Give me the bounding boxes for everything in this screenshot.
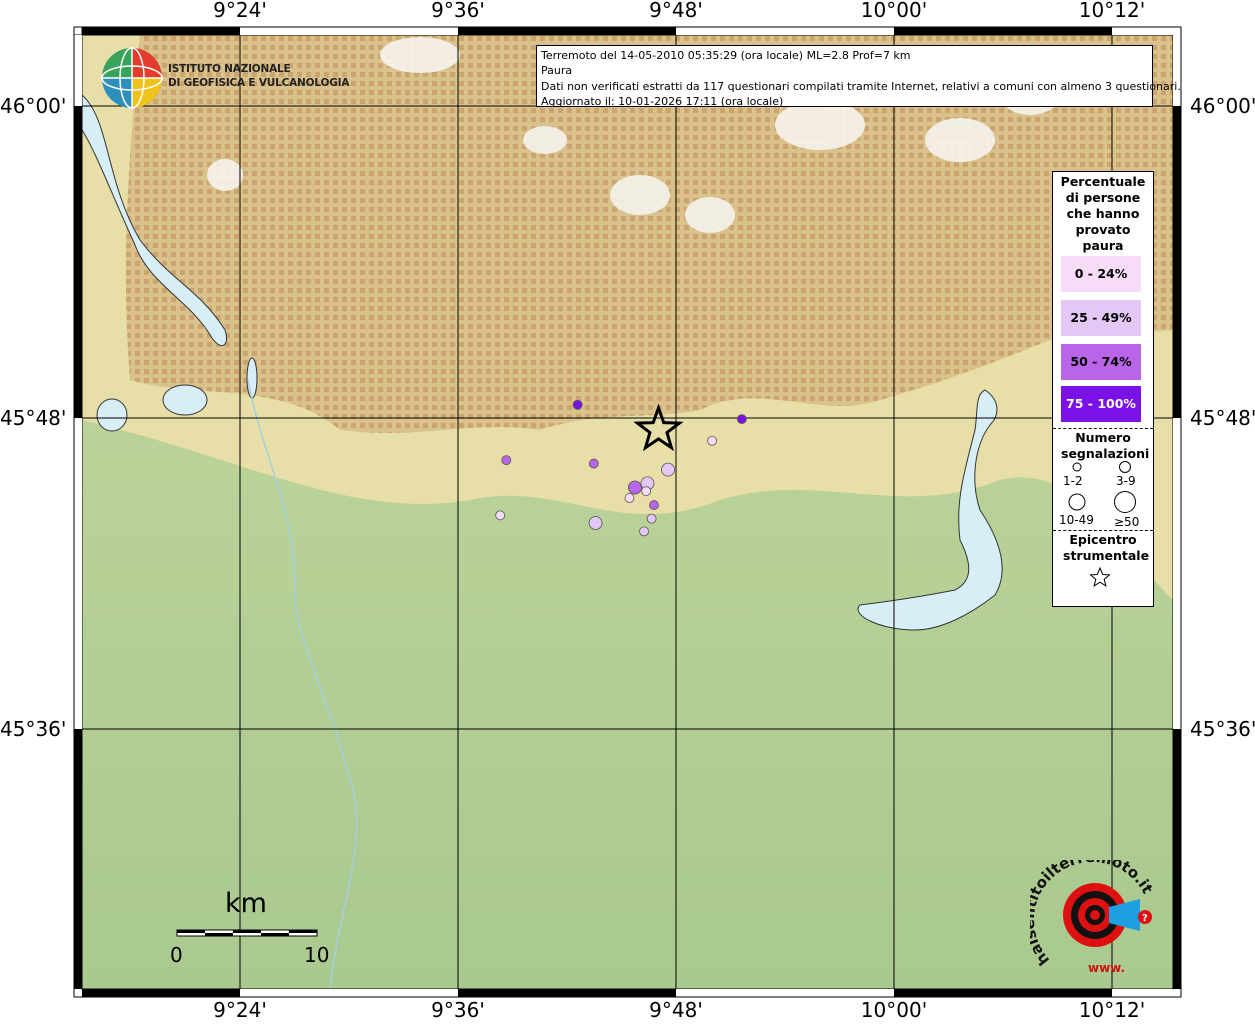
locality-point	[501, 455, 512, 466]
legend-size-3: 10-49	[1059, 513, 1094, 527]
info-line-3: Dati non verificati estratti da 117 ques…	[541, 79, 1181, 93]
lon-label-top-2: 9°36'	[431, 0, 485, 22]
locality-point	[495, 510, 506, 521]
ingv-name: ISTITUTO NAZIONALE DI GEOFISICA E VULCAN…	[168, 62, 349, 90]
lat-label-left-2: 45°48'	[0, 406, 67, 430]
locality-point	[639, 526, 649, 537]
lon-label-top-1: 9°24'	[213, 0, 267, 22]
svg-text:haisentitoilterremoto.it: haisentitoilterremoto.it	[1030, 860, 1157, 969]
lat-label-right-2: 45°48'	[1190, 406, 1255, 430]
earthquake-info-box: Terremoto del 14-05-2010 05:35:29 (ora l…	[536, 45, 1181, 108]
ingv-line-2: DI GEOFISICA E VULCANOLOGIA	[168, 77, 350, 89]
lon-label-bottom-1: 9°24'	[213, 998, 267, 1022]
scale-bar	[176, 929, 318, 937]
lat-label-right-1: 46°00'	[1190, 94, 1255, 118]
locality-point	[649, 500, 659, 510]
locality-point	[646, 513, 657, 524]
info-line-2: Paura	[541, 64, 573, 78]
locality-point	[588, 458, 599, 469]
locality-point	[624, 493, 635, 503]
legend-size-4: ≥50	[1114, 515, 1140, 529]
locality-point	[572, 399, 583, 410]
locality-point	[641, 486, 652, 497]
map-area	[82, 35, 1173, 989]
lon-label-bottom-5: 10°12'	[1078, 998, 1146, 1022]
scale-end: 10	[304, 943, 330, 967]
scale-unit: km	[225, 888, 267, 919]
locality-point	[588, 516, 603, 530]
lon-label-bottom-3: 9°48'	[649, 998, 703, 1022]
locality-point	[628, 480, 642, 495]
lat-label-left-1: 46°00'	[0, 94, 67, 118]
legend-size-1: 1-2	[1063, 474, 1083, 488]
lat-label-left-3: 45°36'	[0, 717, 67, 741]
legend: Percentuale di persone che hanno provato…	[1052, 171, 1154, 607]
info-line-4: Aggiornato il: 10-01-2026 17:11 (ora loc…	[541, 94, 784, 108]
locality-point	[707, 435, 717, 446]
ingv-logo	[101, 47, 163, 109]
info-line-1: Terremoto del 14-05-2010 05:35:29 (ora l…	[541, 49, 911, 62]
lat-label-right-3: 45°36'	[1190, 717, 1255, 741]
legend-separator-2	[1053, 530, 1153, 531]
legend-size-2: 3-9	[1116, 474, 1136, 488]
lon-label-top-5: 10°12'	[1078, 0, 1146, 22]
svg-text:www.: www.	[1088, 961, 1125, 975]
lon-label-top-4: 10°00'	[860, 0, 928, 22]
lake-small-2	[162, 384, 208, 416]
lake-small-1	[96, 398, 128, 432]
lon-label-bottom-2: 9°36'	[431, 998, 485, 1022]
locality-point	[736, 414, 747, 424]
locality-point	[661, 462, 675, 477]
lon-label-bottom-4: 10°00'	[860, 998, 928, 1022]
lon-label-top-3: 9°48'	[649, 0, 703, 22]
legend-epicenter-title: Epicentro strumentale	[1063, 532, 1150, 563]
hsit-text: haisentitoilterremoto.it www.	[1030, 860, 1157, 975]
ingv-line-1: ISTITUTO NAZIONALE	[168, 63, 291, 75]
scale-start: 0	[170, 943, 183, 967]
lake-small-3	[246, 357, 258, 399]
